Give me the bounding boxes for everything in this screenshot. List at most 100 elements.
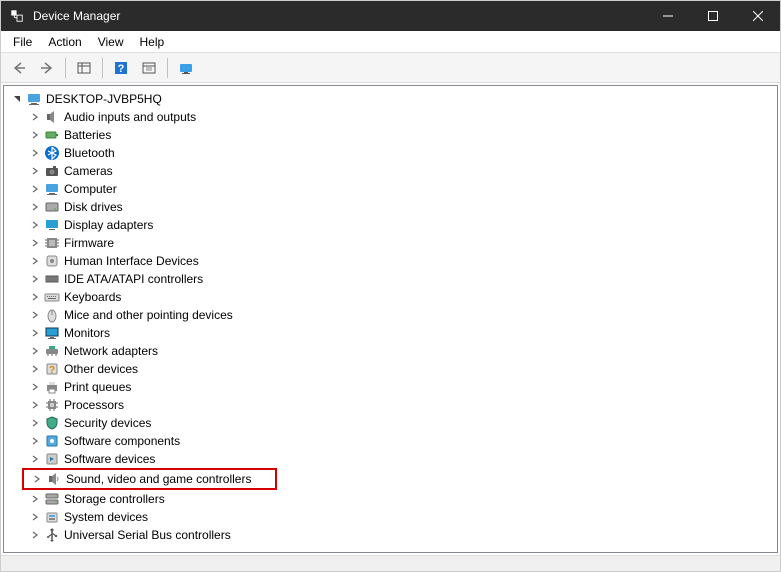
expand-icon[interactable] [28, 182, 42, 196]
app-icon [9, 8, 25, 24]
battery-icon [44, 127, 60, 143]
toolbar: ? [1, 53, 780, 83]
system-icon [44, 509, 60, 525]
toolbar-separator [65, 58, 66, 78]
svg-text:?: ? [118, 63, 125, 75]
category-usb[interactable]: Universal Serial Bus controllers [4, 526, 777, 544]
collapse-icon[interactable] [10, 92, 24, 106]
display-icon [44, 217, 60, 233]
scan-hardware-button[interactable] [174, 56, 198, 80]
expand-icon[interactable] [28, 416, 42, 430]
expand-icon[interactable] [28, 272, 42, 286]
firmware-icon [44, 235, 60, 251]
window-controls [645, 1, 780, 31]
category-monitor[interactable]: Monitors [4, 324, 777, 342]
forward-button[interactable] [35, 56, 59, 80]
menu-view[interactable]: View [90, 33, 132, 51]
maximize-button[interactable] [690, 1, 735, 31]
ide-icon [44, 271, 60, 287]
category-display[interactable]: Display adapters [4, 216, 777, 234]
expand-icon[interactable] [28, 492, 42, 506]
expand-icon[interactable] [28, 128, 42, 142]
expand-icon[interactable] [28, 398, 42, 412]
properties-button[interactable] [137, 56, 161, 80]
close-button[interactable] [735, 1, 780, 31]
expand-icon[interactable] [28, 308, 42, 322]
expand-icon[interactable] [28, 452, 42, 466]
category-firmware[interactable]: Firmware [4, 234, 777, 252]
network-icon [44, 343, 60, 359]
category-label: Batteries [64, 128, 111, 142]
category-ide[interactable]: IDE ATA/ATAPI controllers [4, 270, 777, 288]
expand-icon[interactable] [28, 510, 42, 524]
category-label: Human Interface Devices [64, 254, 199, 268]
expand-icon[interactable] [28, 200, 42, 214]
menu-help[interactable]: Help [132, 33, 173, 51]
expand-icon[interactable] [28, 528, 42, 542]
printer-icon [44, 379, 60, 395]
category-label: Keyboards [64, 290, 121, 304]
category-bluetooth[interactable]: Bluetooth [4, 144, 777, 162]
category-other[interactable]: Other devices [4, 360, 777, 378]
category-label: Display adapters [64, 218, 153, 232]
category-label: System devices [64, 510, 148, 524]
cpu-icon [44, 397, 60, 413]
expand-icon[interactable] [28, 110, 42, 124]
category-label: Mice and other pointing devices [64, 308, 233, 322]
show-hide-console-tree-button[interactable] [72, 56, 96, 80]
category-keyboard[interactable]: Keyboards [4, 288, 777, 306]
expand-icon[interactable] [28, 326, 42, 340]
category-mouse[interactable]: Mice and other pointing devices [4, 306, 777, 324]
softdev-icon [44, 451, 60, 467]
category-storage[interactable]: Storage controllers [4, 490, 777, 508]
menu-file[interactable]: File [5, 33, 40, 51]
help-button[interactable]: ? [109, 56, 133, 80]
category-disk[interactable]: Disk drives [4, 198, 777, 216]
category-softcomp[interactable]: Software components [4, 432, 777, 450]
expand-icon[interactable] [30, 472, 44, 486]
category-system[interactable]: System devices [4, 508, 777, 526]
category-computer[interactable]: Computer [4, 180, 777, 198]
category-cpu[interactable]: Processors [4, 396, 777, 414]
computer-icon [26, 91, 42, 107]
device-tree[interactable]: DESKTOP-JVBP5HQ Audio inputs and outputs… [3, 85, 778, 553]
category-softdev[interactable]: Software devices [4, 450, 777, 468]
category-security[interactable]: Security devices [4, 414, 777, 432]
expand-icon[interactable] [28, 344, 42, 358]
category-sound[interactable]: Sound, video and game controllers [30, 470, 251, 488]
category-label: Monitors [64, 326, 110, 340]
root-label: DESKTOP-JVBP5HQ [46, 92, 162, 106]
expand-icon[interactable] [28, 254, 42, 268]
speaker-icon [44, 109, 60, 125]
category-label: Software devices [64, 452, 155, 466]
statusbar [1, 555, 780, 571]
toolbar-separator [167, 58, 168, 78]
expand-icon[interactable] [28, 434, 42, 448]
category-label: Audio inputs and outputs [64, 110, 196, 124]
expand-icon[interactable] [28, 218, 42, 232]
category-battery[interactable]: Batteries [4, 126, 777, 144]
expand-icon[interactable] [28, 290, 42, 304]
back-button[interactable] [7, 56, 31, 80]
category-speaker[interactable]: Audio inputs and outputs [4, 108, 777, 126]
category-label: Bluetooth [64, 146, 115, 160]
menu-action[interactable]: Action [40, 33, 89, 51]
category-hid[interactable]: Human Interface Devices [4, 252, 777, 270]
menubar: File Action View Help [1, 31, 780, 53]
security-icon [44, 415, 60, 431]
minimize-button[interactable] [645, 1, 690, 31]
expand-icon[interactable] [28, 380, 42, 394]
expand-icon[interactable] [28, 164, 42, 178]
category-label: IDE ATA/ATAPI controllers [64, 272, 203, 286]
tree-root[interactable]: DESKTOP-JVBP5HQ [4, 90, 777, 108]
category-printer[interactable]: Print queues [4, 378, 777, 396]
category-camera[interactable]: Cameras [4, 162, 777, 180]
category-label: Firmware [64, 236, 114, 250]
expand-icon[interactable] [28, 362, 42, 376]
monitor-icon [44, 325, 60, 341]
expand-icon[interactable] [28, 146, 42, 160]
bluetooth-icon [44, 145, 60, 161]
expand-icon[interactable] [28, 236, 42, 250]
storage-icon [44, 491, 60, 507]
category-network[interactable]: Network adapters [4, 342, 777, 360]
